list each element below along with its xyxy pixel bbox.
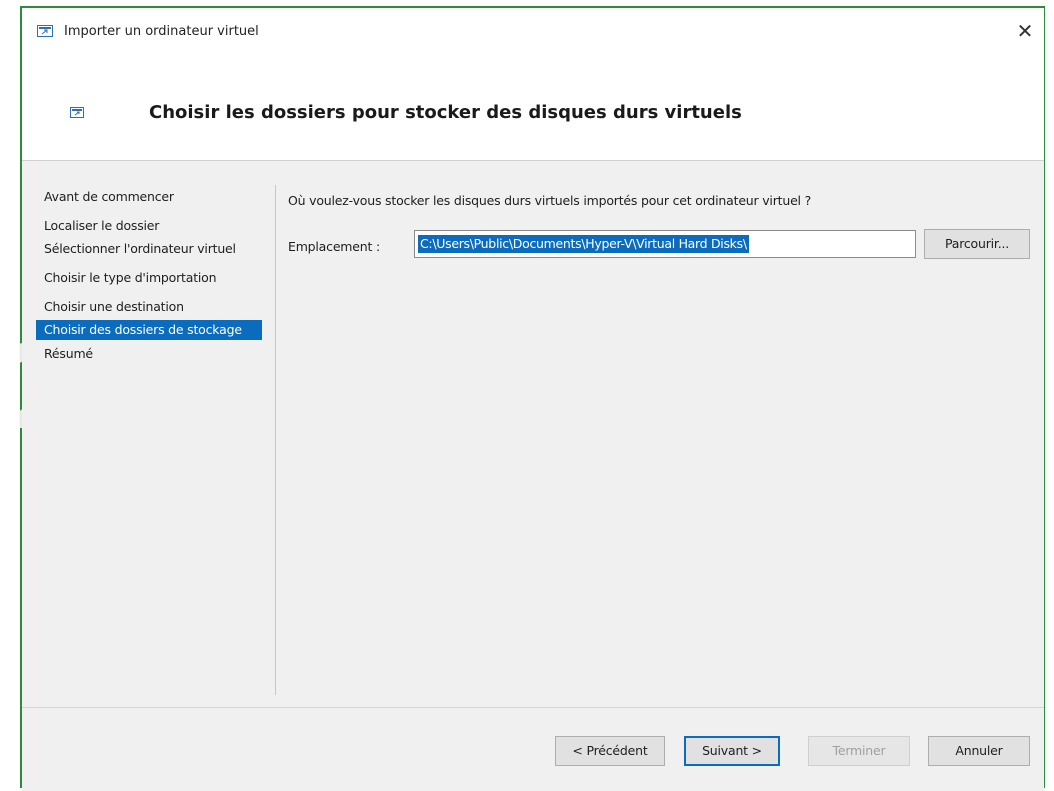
vm-import-icon <box>37 25 53 37</box>
window-title: Importer un ordinateur virtuel <box>64 24 259 39</box>
finish-button[interactable]: Terminer <box>808 736 910 766</box>
cancel-button[interactable]: Annuler <box>928 736 1030 766</box>
import-vm-dialog: 2 Importer un ordinateur virtuel ✕ Chois… <box>10 6 1045 791</box>
step-type-importation[interactable]: Choisir le type d'importation <box>36 268 262 288</box>
previous-button[interactable]: < Précédent <box>555 736 665 766</box>
step-destination[interactable]: Choisir une destination <box>36 297 262 317</box>
sidebar-divider <box>275 185 276 695</box>
title-bar: Importer un ordinateur virtuel ✕ <box>22 8 1044 54</box>
step-resume[interactable]: Résumé <box>36 344 262 364</box>
storage-question: Où voulez-vous stocker les disques durs … <box>288 193 812 208</box>
wizard-steps-nav: Avant de commencer Localiser le dossier … <box>36 187 262 364</box>
wizard-content: Avant de commencer Localiser le dossier … <box>22 161 1044 707</box>
step-selectionner-ordinateur[interactable]: Sélectionner l'ordinateur virtuel <box>36 239 262 259</box>
step-localiser-le-dossier[interactable]: Localiser le dossier <box>36 216 262 236</box>
location-input-value: C:\Users\Public\Documents\Hyper-V\Virtua… <box>418 235 749 253</box>
page-title: Choisir les dossiers pour stocker des di… <box>149 102 742 123</box>
step-avant-de-commencer[interactable]: Avant de commencer <box>36 187 262 207</box>
step-dossiers-stockage[interactable]: Choisir des dossiers de stockage <box>36 320 262 340</box>
wizard-footer: < Précédent Suivant > Terminer Annuler <box>22 707 1044 791</box>
wizard-header: Choisir les dossiers pour stocker des di… <box>22 54 1044 160</box>
location-label: Emplacement : <box>288 239 380 254</box>
close-icon[interactable]: ✕ <box>1012 18 1038 44</box>
browse-button[interactable]: Parcourir... <box>924 229 1030 259</box>
vm-import-icon <box>70 107 84 118</box>
location-input[interactable]: C:\Users\Public\Documents\Hyper-V\Virtua… <box>414 230 916 258</box>
next-button[interactable]: Suivant > <box>684 736 780 766</box>
